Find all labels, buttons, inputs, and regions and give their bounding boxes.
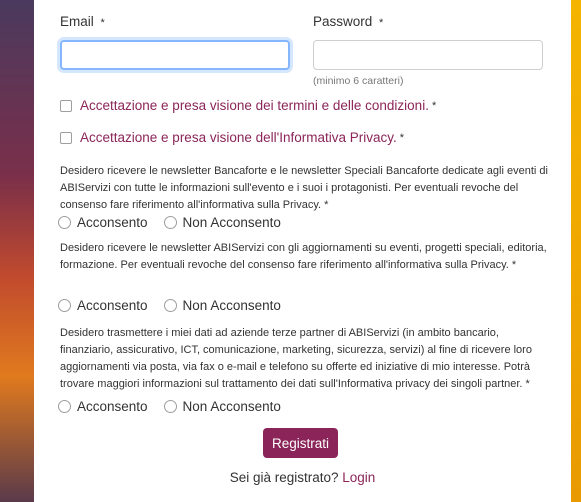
consent-1-yes-label[interactable]: Acconsento xyxy=(77,215,148,230)
background-right-strip xyxy=(571,0,581,502)
privacy-checkbox[interactable] xyxy=(60,131,72,144)
background-left-strip xyxy=(0,0,34,502)
registration-form: Email * Password * (minimo 6 caratteri) … xyxy=(34,0,571,502)
consent-text-2: Desidero ricevere le newsletter ABIServi… xyxy=(60,242,547,271)
email-label: Email * xyxy=(60,14,105,29)
consent-text-1: Desidero ricevere le newsletter Bancafor… xyxy=(60,165,548,211)
terms-checkbox[interactable] xyxy=(60,99,72,112)
login-prompt: Sei già registrato? Login xyxy=(229,470,376,485)
consent-1-yes-radio[interactable] xyxy=(58,216,71,229)
password-field[interactable] xyxy=(313,40,543,70)
consent-2-no-label[interactable]: Non Acconsento xyxy=(183,298,281,313)
privacy-link[interactable]: Accettazione e presa visione dell'Inform… xyxy=(80,130,397,145)
consent-3-no-radio[interactable] xyxy=(163,400,177,413)
terms-link[interactable]: Accettazione e presa visione dei termini… xyxy=(80,98,429,113)
consent-1-no-label[interactable]: Non Acconsento xyxy=(183,215,281,230)
consent-text-3: Desidero trasmettere i miei dati ad azie… xyxy=(60,327,532,390)
consent-1-no-radio[interactable] xyxy=(163,216,177,229)
consent-2-yes-radio[interactable] xyxy=(58,299,71,312)
privacy-checkbox-row[interactable]: Accettazione e presa visione dell'Inform… xyxy=(60,130,404,145)
terms-checkbox-row[interactable]: Accettazione e presa visione dei termini… xyxy=(60,98,436,113)
consent-2-no-radio[interactable] xyxy=(163,299,177,312)
email-field[interactable] xyxy=(60,40,290,70)
consent-3-no-label[interactable]: Non Acconsento xyxy=(183,399,281,414)
consent-3-yes-radio[interactable] xyxy=(58,400,71,413)
consent-3-yes-label[interactable]: Acconsento xyxy=(77,399,148,414)
consent-radio-group-3: Acconsento Non Acconsento xyxy=(58,399,297,414)
password-label: Password * xyxy=(313,14,384,29)
login-link[interactable]: Login xyxy=(342,470,375,485)
register-button[interactable]: Registrati xyxy=(263,428,338,458)
consent-radio-group-1: Acconsento Non Acconsento xyxy=(58,215,297,230)
consent-radio-group-2: Acconsento Non Acconsento xyxy=(58,298,297,313)
consent-2-yes-label[interactable]: Acconsento xyxy=(77,298,148,313)
password-hint: (minimo 6 caratteri) xyxy=(313,75,404,87)
